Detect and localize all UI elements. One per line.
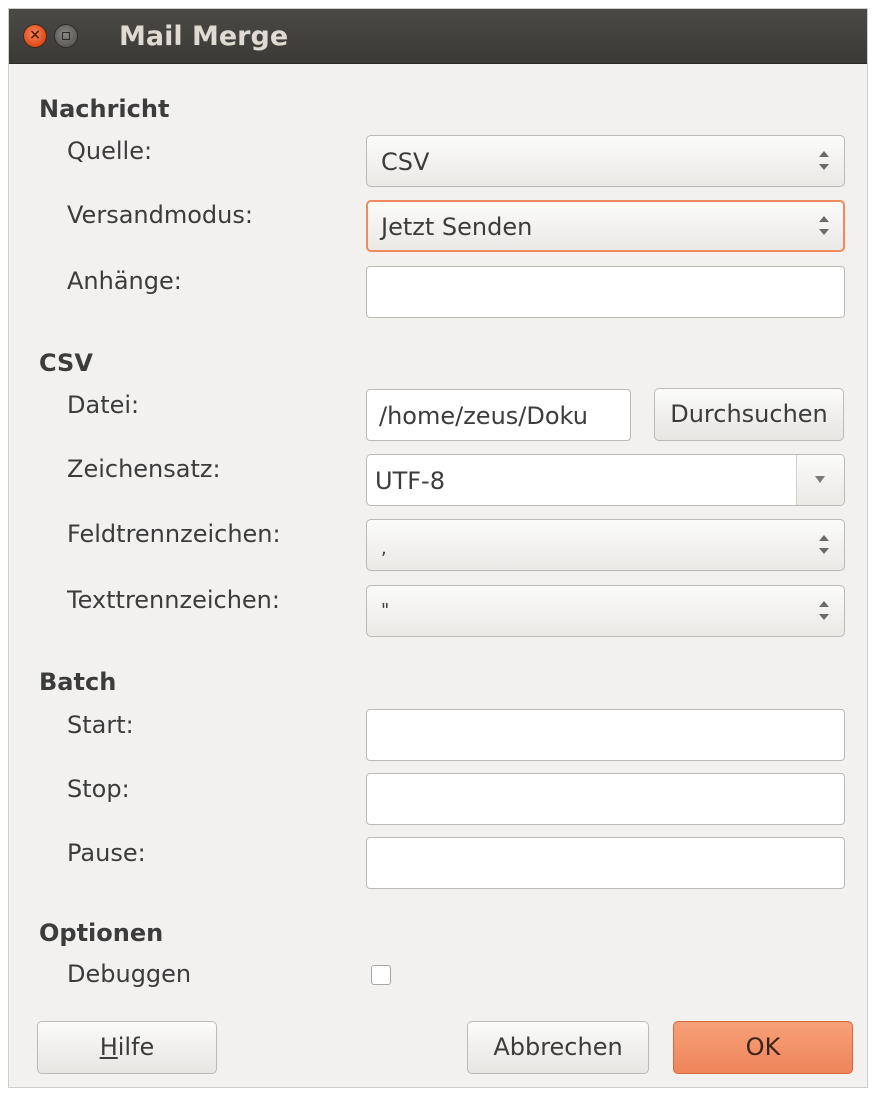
cancel-button-label: Abbrechen bbox=[493, 1033, 623, 1061]
versandmodus-value: Jetzt Senden bbox=[381, 213, 533, 241]
zeichensatz-dropdown-button[interactable] bbox=[796, 455, 844, 505]
chevron-down-icon bbox=[815, 476, 825, 483]
pause-input[interactable] bbox=[366, 837, 845, 889]
stop-input[interactable] bbox=[366, 773, 845, 825]
zeichensatz-label: Zeichensatz: bbox=[67, 455, 221, 483]
help-label-rest: ilfe bbox=[117, 1033, 155, 1061]
close-button[interactable]: × bbox=[24, 25, 46, 47]
window-title: Mail Merge bbox=[119, 21, 289, 52]
spin-arrows-icon bbox=[818, 149, 830, 173]
help-mnemonic: H bbox=[99, 1033, 118, 1061]
quelle-select[interactable]: CSV bbox=[366, 135, 845, 187]
zeichensatz-value: UTF-8 bbox=[375, 467, 445, 495]
texttrenn-select[interactable]: " bbox=[366, 585, 845, 637]
datei-input[interactable]: /home/zeus/Doku bbox=[366, 389, 631, 441]
start-input[interactable] bbox=[366, 709, 845, 761]
browse-button[interactable]: Durchsuchen bbox=[654, 388, 844, 441]
versandmodus-label: Versandmodus: bbox=[67, 201, 253, 229]
feldtrenn-value: , bbox=[381, 538, 387, 559]
section-heading-csv: CSV bbox=[39, 349, 93, 377]
pause-label: Pause: bbox=[67, 839, 146, 867]
browse-button-label: Durchsuchen bbox=[670, 400, 828, 428]
anhaenge-label: Anhänge: bbox=[67, 267, 182, 295]
section-heading-optionen: Optionen bbox=[39, 919, 164, 947]
zeichensatz-combobox[interactable]: UTF-8 bbox=[366, 454, 845, 506]
quelle-value: CSV bbox=[381, 148, 430, 176]
mail-merge-dialog: × Mail Merge Nachricht Quelle: CSV Versa… bbox=[8, 8, 868, 1088]
stop-label: Stop: bbox=[67, 775, 130, 803]
debug-label: Debuggen bbox=[67, 960, 192, 988]
section-heading-batch: Batch bbox=[39, 668, 117, 696]
versandmodus-select[interactable]: Jetzt Senden bbox=[366, 200, 845, 252]
spin-arrows-icon bbox=[818, 533, 830, 557]
maximize-button[interactable] bbox=[55, 25, 77, 47]
debug-checkbox[interactable] bbox=[371, 965, 391, 985]
feldtrenn-select[interactable]: , bbox=[366, 519, 845, 571]
maximize-icon bbox=[62, 32, 70, 40]
help-button[interactable]: Hilfe bbox=[37, 1021, 217, 1074]
feldtrenn-label: Feldtrennzeichen: bbox=[67, 520, 281, 548]
datei-value: /home/zeus/Doku bbox=[379, 402, 588, 430]
ok-button-label: OK bbox=[745, 1033, 781, 1061]
section-heading-nachricht: Nachricht bbox=[39, 95, 170, 123]
spin-arrows-icon bbox=[818, 214, 830, 238]
cancel-button[interactable]: Abbrechen bbox=[467, 1021, 649, 1074]
anhaenge-input[interactable] bbox=[366, 266, 845, 318]
help-button-label: Hilfe bbox=[100, 1022, 155, 1073]
datei-label: Datei: bbox=[67, 391, 140, 419]
spin-arrows-icon bbox=[818, 599, 830, 623]
start-label: Start: bbox=[67, 711, 134, 739]
quelle-label: Quelle: bbox=[67, 137, 153, 165]
ok-button[interactable]: OK bbox=[673, 1021, 853, 1074]
titlebar: × Mail Merge bbox=[9, 9, 867, 64]
texttrenn-value: " bbox=[381, 600, 390, 621]
texttrenn-label: Texttrennzeichen: bbox=[67, 586, 280, 614]
close-icon: × bbox=[29, 27, 41, 43]
